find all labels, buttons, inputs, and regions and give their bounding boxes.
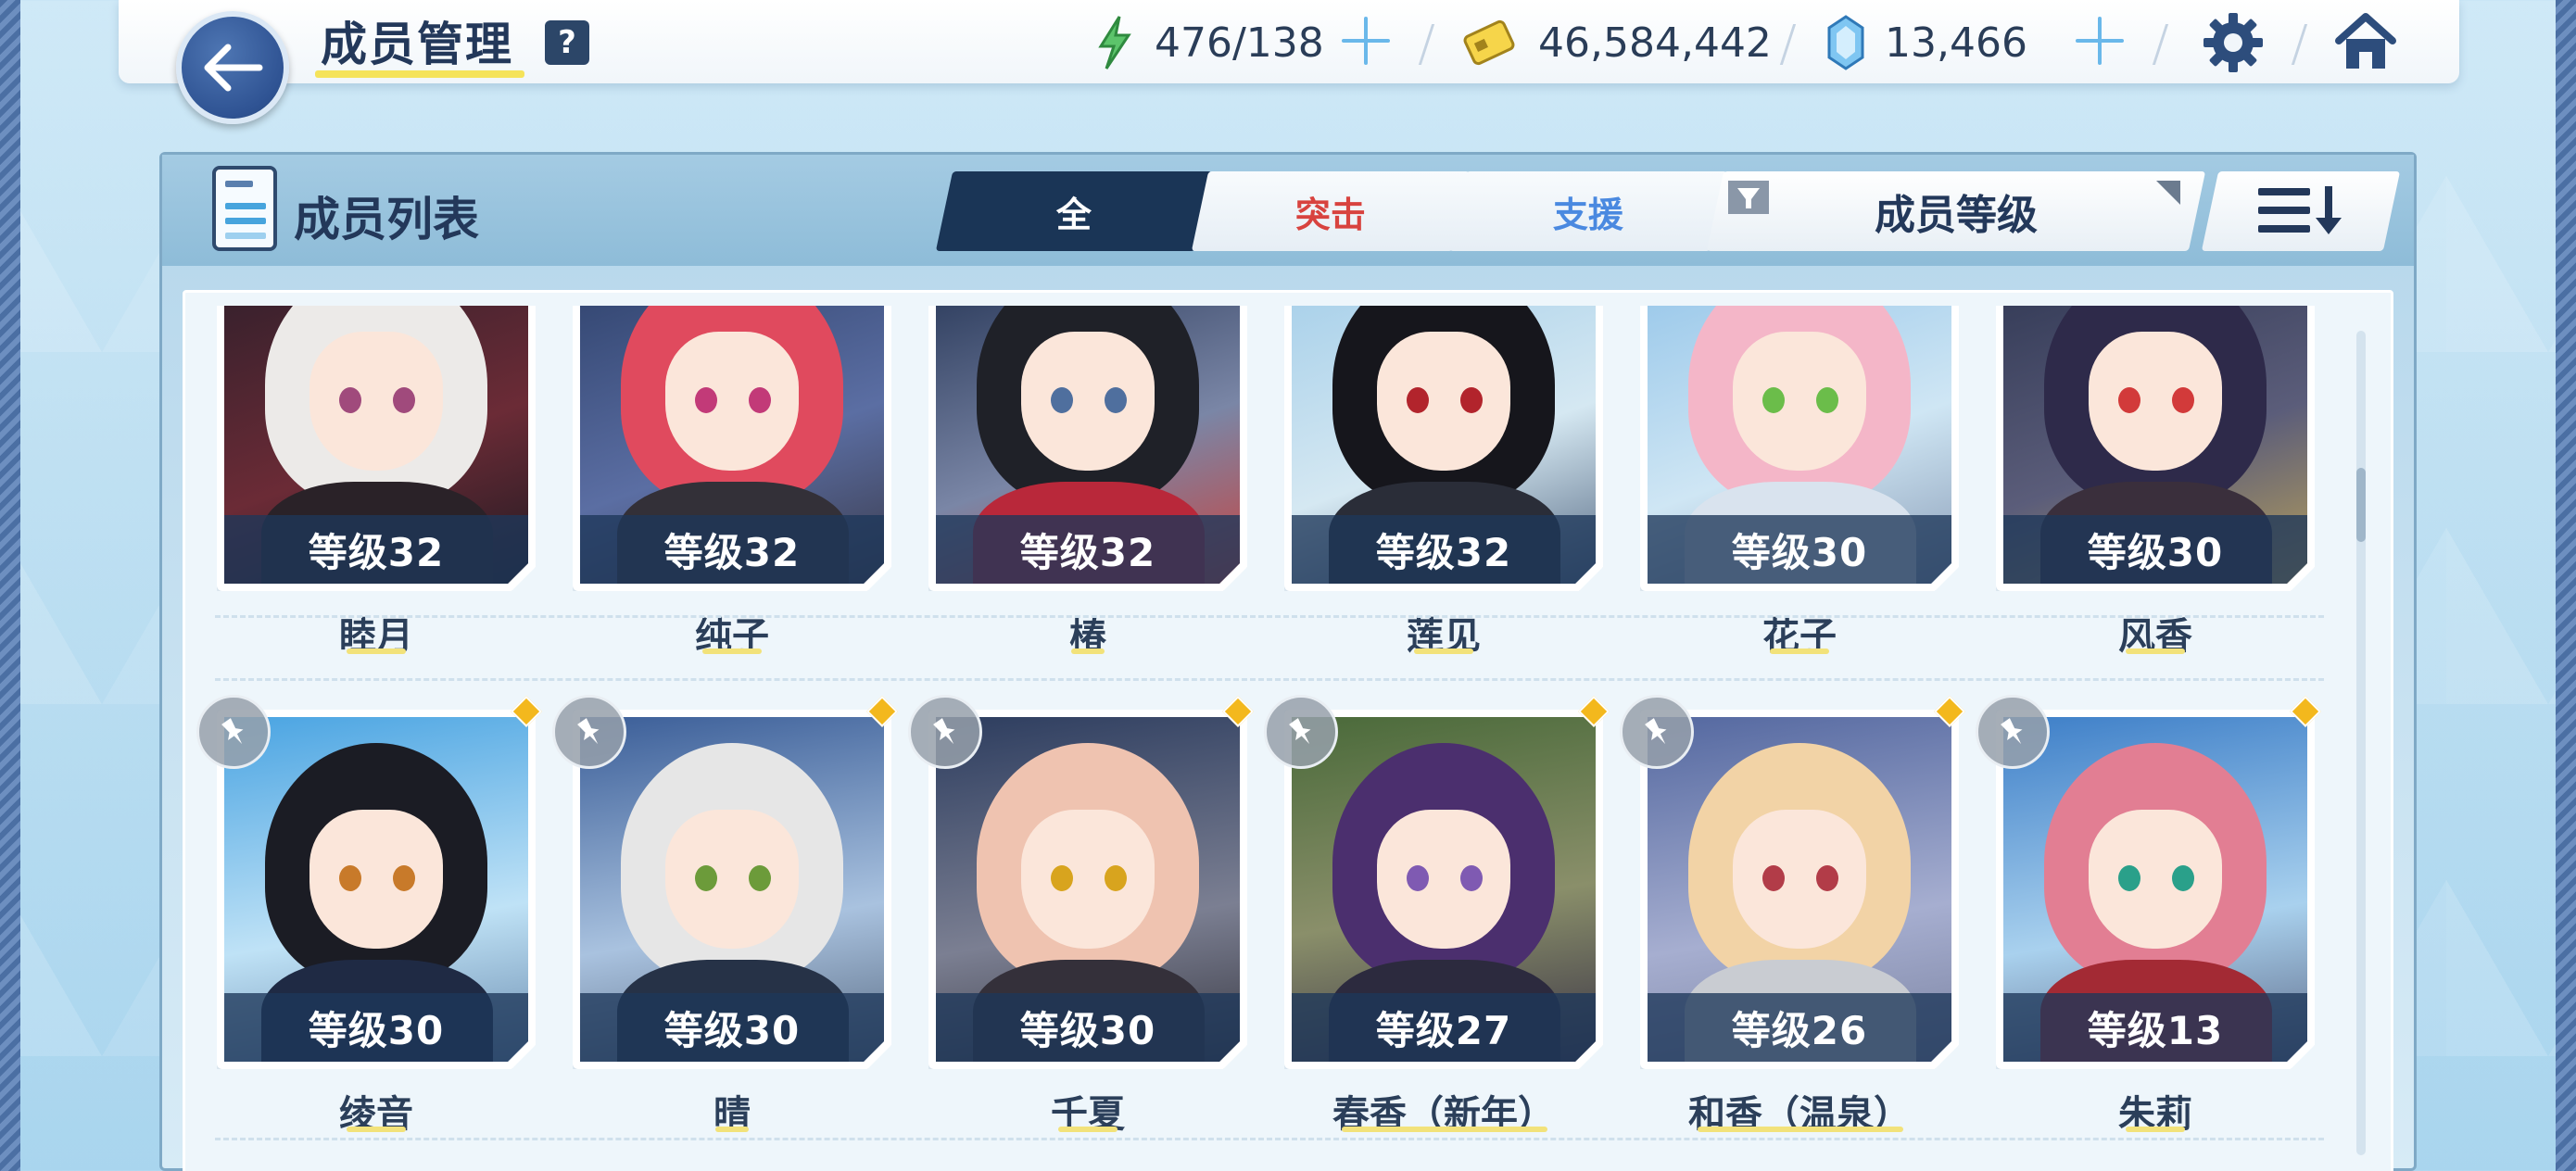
row-divider bbox=[215, 678, 2324, 681]
pin-icon[interactable] bbox=[908, 695, 982, 769]
sort-descending-icon bbox=[2258, 186, 2342, 234]
pin-icon[interactable] bbox=[1976, 695, 2050, 769]
level-badge: 等级27 bbox=[1292, 993, 1596, 1062]
pin-icon[interactable] bbox=[196, 695, 271, 769]
level-badge: 等级13 bbox=[2003, 993, 2307, 1062]
filter-icon[interactable] bbox=[1728, 181, 1769, 214]
page-title: 成员管理 bbox=[321, 18, 513, 71]
gems-add-button[interactable] bbox=[2072, 13, 2128, 69]
settings-gear-icon[interactable] bbox=[2202, 11, 2265, 74]
level-badge: 等级30 bbox=[936, 993, 1240, 1062]
row-1-viewport: 等级32 等级32 等级32 等级32 等级30 等级30 bbox=[0, 306, 2576, 648]
gem-icon bbox=[1827, 15, 1864, 70]
level-badge: 等级30 bbox=[580, 993, 884, 1062]
level-badge: 等级26 bbox=[1648, 993, 1951, 1062]
level-badge: 等级32 bbox=[1292, 515, 1596, 584]
ap-add-button[interactable] bbox=[1338, 13, 1394, 69]
row-divider bbox=[215, 1138, 2324, 1140]
row-divider bbox=[215, 615, 2324, 618]
tab-striker[interactable]: 突击 bbox=[1191, 171, 1471, 251]
level-badge: 等级32 bbox=[936, 515, 1240, 584]
pin-icon[interactable] bbox=[1264, 695, 1338, 769]
back-button[interactable] bbox=[176, 11, 289, 124]
title-underline bbox=[315, 70, 524, 78]
level-badge: 等级32 bbox=[580, 515, 884, 584]
back-arrow-icon bbox=[204, 44, 263, 92]
level-badge: 等级32 bbox=[224, 515, 528, 584]
level-badge: 等级30 bbox=[2003, 515, 2307, 584]
level-badge: 等级30 bbox=[224, 993, 528, 1062]
lightning-icon bbox=[1098, 16, 1131, 69]
tab-all[interactable]: 全 bbox=[935, 171, 1213, 251]
credit-card-icon bbox=[1463, 19, 1515, 66]
gems-counter: 13,466 bbox=[1885, 19, 2027, 67]
home-icon[interactable] bbox=[2333, 9, 2398, 74]
help-button[interactable]: ? bbox=[545, 20, 589, 65]
sort-label: 成员等级 bbox=[1875, 192, 2038, 239]
credits-counter: 46,584,442 bbox=[1538, 19, 1772, 67]
dropdown-corner-icon bbox=[2156, 181, 2180, 205]
pin-icon[interactable] bbox=[552, 695, 626, 769]
panel-title: 成员列表 bbox=[294, 193, 479, 246]
member-card-icon bbox=[212, 166, 277, 251]
level-badge: 等级30 bbox=[1648, 515, 1951, 584]
tab-special[interactable]: 支援 bbox=[1448, 171, 1728, 251]
ap-counter: 476/138 bbox=[1155, 19, 1324, 67]
pin-icon[interactable] bbox=[1620, 695, 1694, 769]
